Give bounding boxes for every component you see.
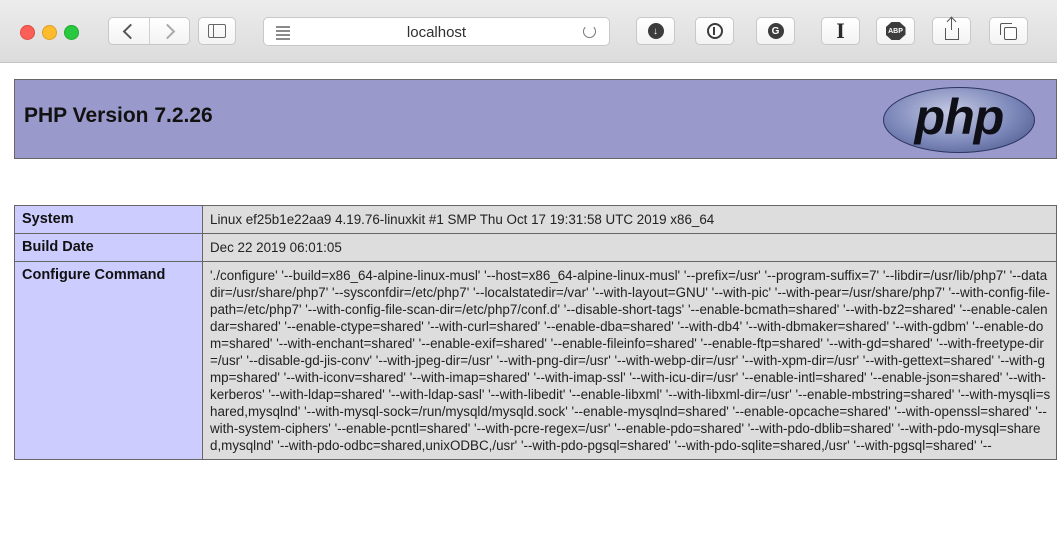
forward-button[interactable] (148, 18, 190, 44)
row-label-build-date: Build Date (14, 233, 203, 262)
sidebar-toggle-button[interactable] (198, 17, 236, 45)
row-value-build-date: Dec 22 2019 06:01:05 (202, 233, 1057, 262)
minimize-window-button[interactable] (42, 25, 57, 40)
table-row: Build Date Dec 22 2019 06:01:05 (14, 233, 1057, 262)
row-label-configure-command: Configure Command (14, 261, 203, 460)
onepassword-icon (706, 23, 723, 39)
url-text: localhost (406, 24, 467, 41)
row-label-system: System (14, 205, 203, 234)
sidebar-icon (208, 24, 226, 38)
php-version-header: PHP Version 7.2.26 php (14, 79, 1057, 159)
fullscreen-window-button[interactable] (64, 25, 79, 40)
close-window-button[interactable] (20, 25, 35, 40)
table-row: System Linux ef25b1e22aa9 4.19.76-linuxk… (14, 205, 1057, 234)
instapaper-button[interactable]: I (821, 17, 860, 45)
table-row: Configure Command './configure' '--build… (14, 261, 1057, 460)
row-value-system: Linux ef25b1e22aa9 4.19.76-linuxkit #1 S… (202, 205, 1057, 234)
tabs-overview-icon (1000, 22, 1017, 40)
php-info-table: System Linux ef25b1e22aa9 4.19.76-linuxk… (14, 205, 1057, 460)
download-icon: ↓ (647, 23, 664, 39)
instapaper-icon: I (836, 18, 845, 43)
back-button[interactable] (109, 18, 149, 44)
navigation-buttons (108, 17, 190, 45)
address-bar[interactable]: localhost (263, 17, 610, 46)
browser-toolbar: localhost ↓ G I ABP (0, 0, 1057, 63)
download-extension-button[interactable]: ↓ (636, 17, 675, 45)
adblock-button[interactable]: ABP (876, 17, 915, 45)
chevron-left-icon (122, 23, 139, 39)
share-icon (944, 18, 959, 40)
adblock-icon: ABP (885, 22, 906, 40)
grammarly-icon: G (767, 23, 784, 39)
grammarly-button[interactable]: G (756, 17, 795, 45)
php-logo-text: php (914, 89, 1005, 145)
reload-icon[interactable] (583, 25, 596, 38)
page-title: PHP Version 7.2.26 (24, 104, 213, 127)
share-button[interactable] (932, 17, 971, 45)
php-logo[interactable]: php (883, 87, 1035, 153)
chevron-right-icon (159, 23, 176, 39)
row-value-configure-command: './configure' '--build=x86_64-alpine-lin… (202, 261, 1057, 460)
tab-overview-button[interactable] (989, 17, 1028, 45)
password-manager-button[interactable] (695, 17, 734, 45)
